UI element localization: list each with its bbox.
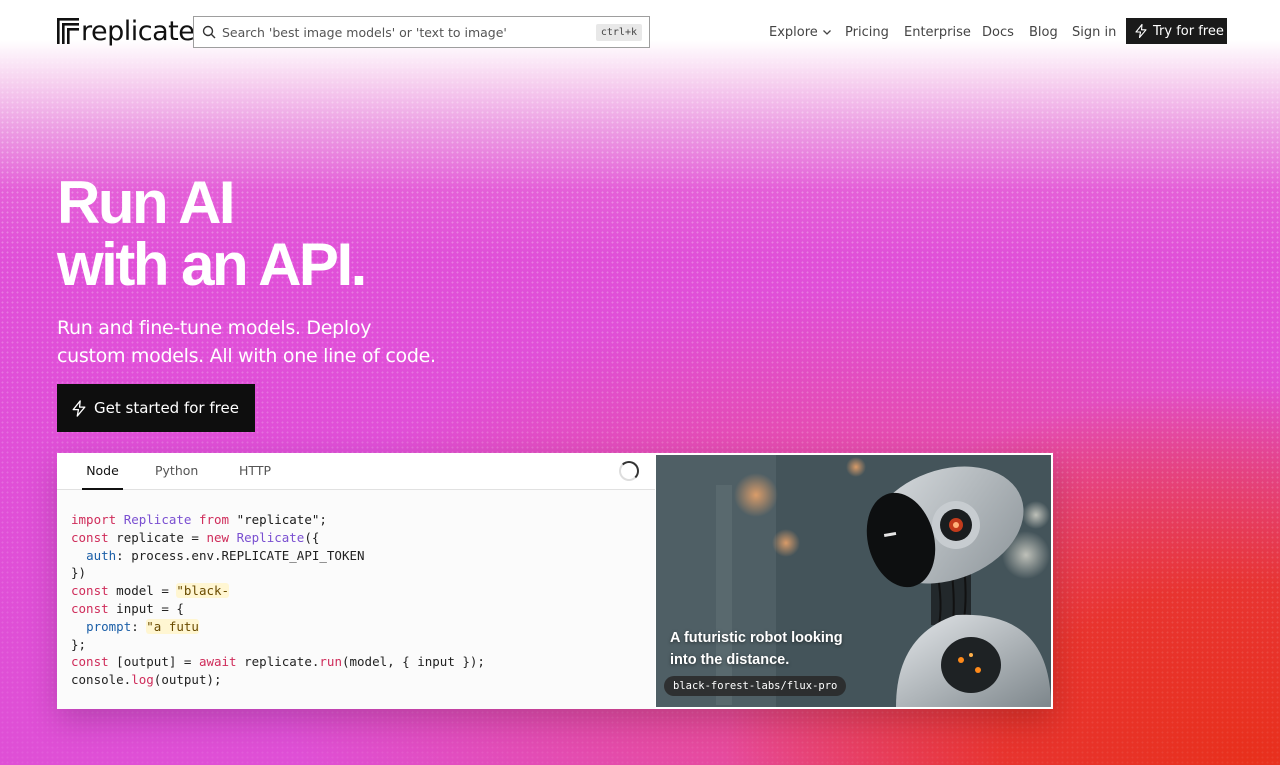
nav-pricing[interactable]: Pricing [845, 22, 889, 42]
nav-blog[interactable]: Blog [1029, 22, 1058, 42]
code-example-panel: Node Python HTTP import Replicate from "… [57, 453, 1053, 709]
model-name-badge[interactable]: black-forest-labs/flux-pro [664, 676, 847, 696]
nav-enterprise[interactable]: Enterprise [904, 22, 971, 42]
search-icon [202, 25, 216, 39]
code-line: auth: process.env.REPLICATE_API_TOKEN [86, 547, 365, 563]
code-line: import Replicate from "replicate"; [71, 512, 327, 527]
tab-http[interactable]: HTTP [239, 463, 271, 490]
chevron-down-icon [822, 30, 831, 35]
replicate-logo-icon [57, 18, 79, 44]
loading-spinner-icon [619, 461, 639, 481]
brand-logo[interactable]: replicate [57, 15, 195, 47]
top-header: replicate ctrl+k Explore Pricing Enterpr… [0, 0, 1280, 64]
code-block: import Replicate from "replicate"; const … [71, 511, 485, 689]
try-for-free-button[interactable]: Try for free [1126, 18, 1227, 44]
nav-docs[interactable]: Docs [982, 22, 1014, 42]
try-for-free-label: Try for free [1153, 23, 1224, 39]
code-line: }) [71, 565, 87, 581]
bolt-icon [72, 399, 86, 417]
code-line: prompt: "a futu [86, 618, 199, 634]
tab-python[interactable]: Python [155, 463, 198, 490]
nav-explore[interactable]: Explore [769, 22, 832, 42]
image-caption: A futuristic robot looking into the dist… [670, 630, 843, 668]
example-output-image: A futuristic robot looking into the dist… [656, 455, 1051, 707]
brand-name: replicate [81, 15, 195, 47]
tab-node[interactable]: Node [82, 463, 123, 490]
hero-title: Run AI with an API. [57, 169, 367, 298]
nav-signin[interactable]: Sign in [1072, 22, 1116, 42]
code-area: Node Python HTTP import Replicate from "… [57, 453, 655, 709]
code-line: }; [71, 636, 87, 652]
search-input[interactable] [222, 24, 602, 40]
code-line: console.log(output); [71, 672, 222, 688]
code-line: const replicate = new Replicate({ [71, 529, 320, 545]
keyboard-shortcut-badge: ctrl+k [595, 24, 642, 41]
get-started-button[interactable]: Get started for free [57, 384, 255, 432]
code-line: const [output] = await replicate.run(mod… [71, 654, 485, 670]
hero-title-line2: with an API. [57, 231, 367, 298]
hero-subtitle: Run and fine-tune models. Deploy custom … [57, 314, 497, 370]
hero-subtitle-line2: custom models. All with one line of code… [57, 345, 436, 367]
code-line: const model = "black- [71, 583, 230, 599]
code-line: const input = { [71, 600, 184, 616]
language-tabs: Node Python HTTP [57, 453, 655, 490]
bolt-icon [1135, 24, 1147, 38]
hero-subtitle-line1: Run and fine-tune models. Deploy [57, 317, 372, 339]
get-started-label: Get started for free [94, 399, 239, 417]
nav-explore-label: Explore [769, 24, 818, 40]
hero-title-line1: Run AI [57, 169, 236, 236]
search-box[interactable]: ctrl+k [193, 16, 650, 48]
